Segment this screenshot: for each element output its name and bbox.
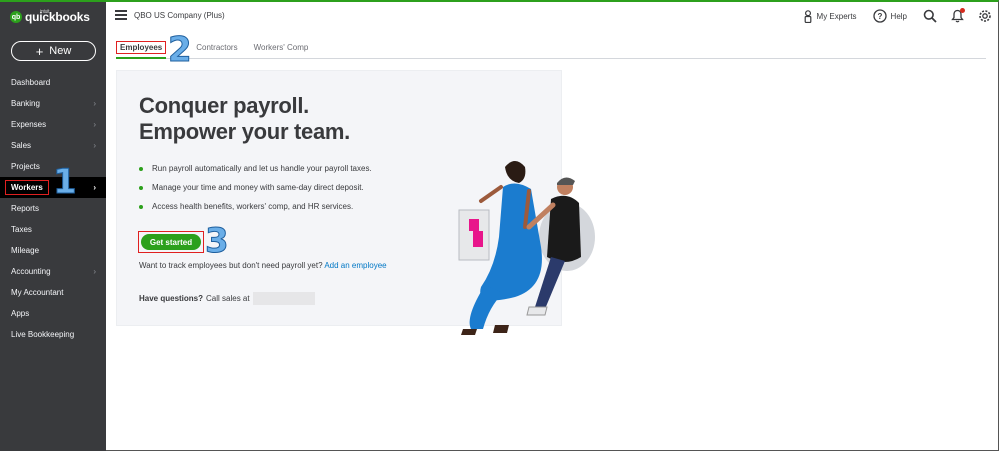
- new-button-label: New: [49, 45, 72, 57]
- step-2-annotation: 2: [168, 30, 193, 70]
- sidebar-item-label: Dashboard: [11, 78, 51, 87]
- track-employees-text: Want to track employees but don't need p…: [139, 261, 387, 270]
- bell-icon[interactable]: [951, 8, 965, 23]
- chevron-right-icon: ›: [93, 120, 96, 129]
- list-item: Run payroll automatically and let us han…: [139, 159, 372, 178]
- chevron-right-icon: ›: [93, 99, 96, 108]
- sales-contact: Have questions? Call sales at: [139, 292, 315, 305]
- sidebar-item-label: Reports: [11, 204, 40, 213]
- sidebar-item-label: Taxes: [11, 225, 32, 234]
- step-3-annotation: 3: [205, 221, 230, 261]
- feature-list: Run payroll automatically and let us han…: [139, 159, 372, 216]
- help-link[interactable]: ? Help: [872, 9, 907, 23]
- call-sales-label: Call sales at: [206, 294, 250, 303]
- questions-label: Have questions?: [139, 294, 204, 303]
- redacted-phone-number: [252, 292, 315, 305]
- track-employees-label: Want to track employees but don't need p…: [139, 261, 323, 270]
- sidebar-item-banking[interactable]: Banking ›: [0, 93, 106, 114]
- headline-line-2: Empower your team.: [139, 119, 350, 144]
- sidebar-item-live-bookkeeping[interactable]: Live Bookkeeping: [0, 324, 106, 345]
- search-icon[interactable]: [923, 9, 937, 23]
- add-employee-link[interactable]: Add an employee: [324, 261, 386, 270]
- worker-tabs: Employees Contractors Workers' Comp: [116, 39, 986, 59]
- logo-text: quickbooks: [25, 10, 90, 24]
- new-button[interactable]: + New: [11, 41, 96, 61]
- hamburger-icon[interactable]: [115, 10, 127, 20]
- sidebar-item-label: Expenses: [11, 120, 47, 129]
- sidebar-item-label: Live Bookkeeping: [11, 330, 75, 339]
- chevron-right-icon: ›: [93, 183, 96, 192]
- sidebar-item-label: Accounting: [11, 267, 51, 276]
- sidebar-item-my-accountant[interactable]: My Accountant: [0, 282, 106, 303]
- headline-line-1: Conquer payroll.: [139, 93, 309, 118]
- sidebar-item-expenses[interactable]: Expenses ›: [0, 114, 106, 135]
- top-bar: QBO US Company (Plus) My Experts ? Help: [106, 2, 998, 32]
- quickbooks-logo[interactable]: qb intuit quickbooks: [10, 8, 90, 26]
- sidebar-item-apps[interactable]: Apps: [0, 303, 106, 324]
- tab-label: Contractors: [196, 43, 238, 52]
- my-experts-link[interactable]: My Experts: [803, 9, 857, 23]
- sidebar-item-label: Mileage: [11, 246, 40, 255]
- sidebar-item-label: Workers: [5, 180, 49, 195]
- tab-label: Employees: [116, 41, 167, 54]
- page-title: Conquer payroll. Empower your team.: [139, 93, 350, 145]
- my-experts-icon: [804, 9, 811, 23]
- tab-workers-comp[interactable]: Workers' Comp: [254, 39, 309, 59]
- sidebar-item-label: My Accountant: [11, 288, 64, 297]
- sidebar-item-mileage[interactable]: Mileage: [0, 240, 106, 261]
- app-window: qb intuit quickbooks + New Dashboard Ban…: [0, 0, 999, 451]
- sidebar-nav: Dashboard Banking › Expenses › Sales › Proj…: [0, 72, 106, 345]
- sidebar-item-sales[interactable]: Sales ›: [0, 135, 106, 156]
- logo-intuit-text: intuit: [40, 9, 50, 15]
- tab-label: Workers' Comp: [253, 43, 309, 52]
- list-item: Access health benefits, workers' comp, a…: [139, 197, 372, 216]
- step-1-annotation: 1: [53, 162, 78, 202]
- chevron-right-icon: ›: [93, 141, 96, 150]
- payroll-illustration: [458, 161, 595, 335]
- sidebar-item-dashboard[interactable]: Dashboard: [0, 72, 106, 93]
- svg-text:?: ?: [877, 12, 882, 21]
- tab-employees[interactable]: Employees: [116, 39, 167, 59]
- get-started-highlight: Get started: [138, 231, 204, 253]
- sidebar-item-label: Apps: [11, 309, 30, 318]
- sidebar: qb intuit quickbooks + New Dashboard Ban…: [0, 2, 106, 451]
- my-experts-label: My Experts: [816, 11, 857, 21]
- help-icon: ?: [872, 9, 887, 23]
- plus-icon: +: [35, 43, 44, 59]
- quickbooks-logo-icon: qb: [10, 11, 22, 23]
- chevron-right-icon: ›: [93, 267, 96, 276]
- sidebar-item-taxes[interactable]: Taxes: [0, 219, 106, 240]
- company-name: QBO US Company (Plus): [134, 11, 225, 20]
- sidebar-item-accounting[interactable]: Accounting ›: [0, 261, 106, 282]
- help-label: Help: [890, 11, 907, 21]
- sidebar-item-label: Projects: [11, 162, 40, 171]
- sidebar-item-label: Banking: [11, 99, 40, 108]
- notification-badge: [960, 8, 965, 13]
- gear-icon[interactable]: [978, 9, 992, 23]
- list-item: Manage your time and money with same-day…: [139, 178, 372, 197]
- get-started-button[interactable]: Get started: [141, 234, 201, 250]
- sidebar-item-label: Sales: [11, 141, 32, 150]
